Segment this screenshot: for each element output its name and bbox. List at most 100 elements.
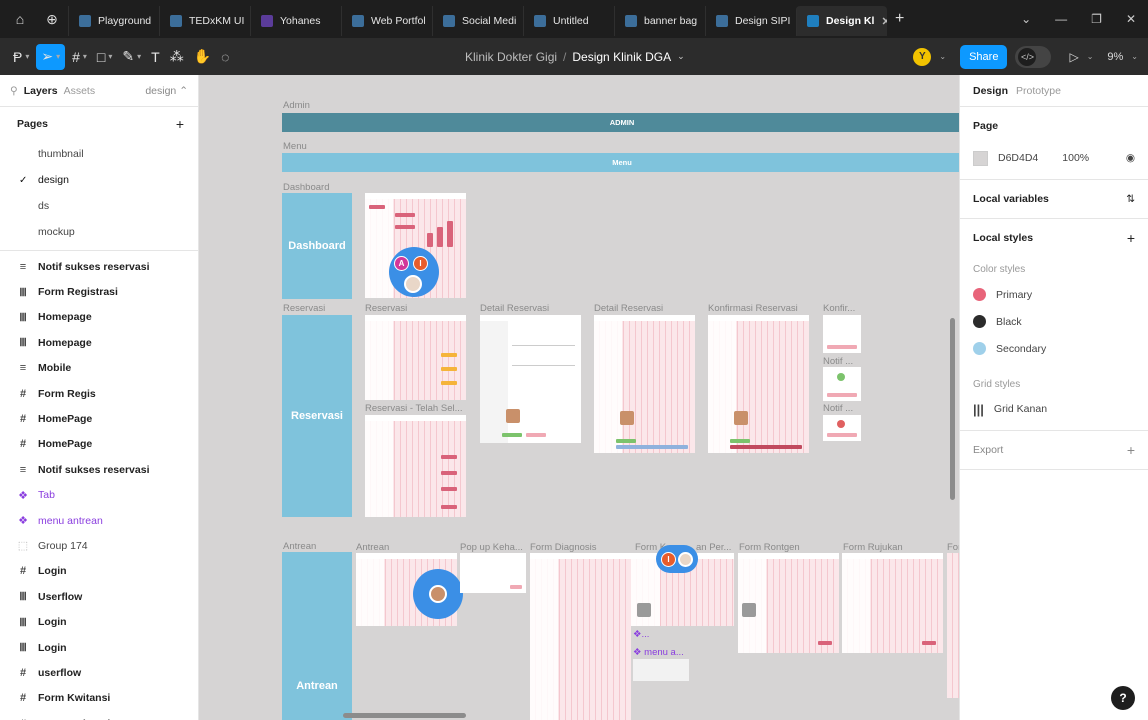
zoom-level[interactable]: 9%: [1107, 51, 1123, 63]
layer-item[interactable]: # Login: [0, 559, 198, 584]
layer-item[interactable]: ≡ Notif sukses reservasi: [0, 457, 198, 482]
popup-kehadiran-frame[interactable]: [460, 553, 526, 593]
layer-item[interactable]: # HomePage: [0, 432, 198, 457]
page-item[interactable]: thumbnail: [0, 141, 198, 167]
page-item[interactable]: mockup: [0, 219, 198, 245]
layer-item[interactable]: # Form Regis: [0, 381, 198, 406]
vertical-scrollbar[interactable]: [950, 318, 955, 500]
component-label[interactable]: ❖ menu a...: [633, 647, 684, 658]
page-item[interactable]: ds: [0, 193, 198, 219]
minimize-icon[interactable]: —: [1055, 12, 1067, 26]
file-tab[interactable]: Social Medi: [432, 6, 523, 36]
shape-tool-button[interactable]: □ ▾: [92, 38, 117, 75]
document-title[interactable]: Klinik Dokter Gigi / Design Klinik DGA ⌄: [465, 38, 685, 75]
layer-item[interactable]: Ⅲ Userflow: [0, 584, 198, 609]
page-bg-opacity[interactable]: 100%: [1062, 152, 1089, 164]
pen-tool-button[interactable]: ✎ ▾: [117, 38, 146, 75]
close-window-icon[interactable]: ✕: [1126, 12, 1136, 26]
share-button[interactable]: Share: [960, 44, 1008, 69]
main-menu-button[interactable]: Ᵽ ▾: [8, 38, 34, 75]
page-bg-hex[interactable]: D6D4D4: [998, 152, 1038, 164]
add-style-icon[interactable]: +: [1127, 230, 1135, 246]
export-row[interactable]: Export +: [973, 431, 1135, 469]
add-export-icon[interactable]: +: [1127, 442, 1135, 458]
form-partial-frame[interactable]: [947, 553, 959, 698]
chevron-down-icon[interactable]: ⌄: [1131, 52, 1138, 61]
new-tab-icon[interactable]: +: [895, 10, 904, 28]
variables-icon[interactable]: ⇅: [1126, 193, 1135, 205]
tab-layers[interactable]: Layers: [24, 85, 58, 97]
form-diagnosis-frame[interactable]: [530, 553, 631, 720]
color-style-item[interactable]: Primary: [973, 281, 1135, 308]
chevron-down-icon[interactable]: ⌄: [1021, 12, 1031, 26]
notif-frame[interactable]: [823, 367, 861, 401]
notif-frame-2[interactable]: [823, 415, 861, 441]
file-tab[interactable]: Playground: [68, 6, 159, 36]
layer-item[interactable]: ≡ Notif sukses reservasi: [0, 254, 198, 279]
user-avatar[interactable]: Y: [913, 47, 932, 66]
layer-item[interactable]: # HomePage: [0, 406, 198, 431]
file-tab[interactable]: Design Kl ✕: [796, 6, 887, 36]
reservasi-frame[interactable]: [365, 315, 466, 400]
file-tab[interactable]: banner bag: [614, 6, 705, 36]
community-globe-icon[interactable]: ⊕: [40, 7, 64, 31]
form-rujukan-frame[interactable]: [842, 553, 943, 653]
file-tab[interactable]: Design SIPI: [705, 6, 796, 36]
page-selector[interactable]: design ⌃: [145, 85, 188, 97]
component-label[interactable]: ❖...: [633, 629, 649, 640]
dashboard-section[interactable]: Dashboard: [282, 193, 352, 299]
file-tab[interactable]: Web Portfol: [341, 6, 432, 36]
text-tool-button[interactable]: T: [146, 38, 165, 75]
chevron-down-icon[interactable]: ⌄: [939, 52, 946, 61]
layer-item[interactable]: Ⅲ Homepage: [0, 330, 198, 355]
detail-reservasi-frame[interactable]: [480, 315, 581, 443]
layer-item[interactable]: Ⅲ Homepage: [0, 305, 198, 330]
reservasi-section[interactable]: Reservasi: [282, 315, 352, 517]
admin-bar[interactable]: ADMIN: [282, 113, 959, 132]
comment-tool-button[interactable]: ◌: [216, 38, 234, 75]
project-name[interactable]: Klinik Dokter Gigi: [465, 50, 557, 64]
search-icon[interactable]: ⚲: [10, 85, 18, 97]
layer-item[interactable]: ❖ menu antrean: [0, 508, 198, 533]
layer-item[interactable]: ⬚ Group 174: [0, 533, 198, 558]
file-tab[interactable]: TEDxKM UI: [159, 6, 250, 36]
page-background-row[interactable]: D6D4D4 100% ◉: [973, 145, 1135, 171]
layer-item[interactable]: # userflow: [0, 660, 198, 685]
restore-icon[interactable]: ❐: [1091, 12, 1102, 26]
move-tool-button[interactable]: ➢ ▾: [36, 43, 66, 70]
detail-reservasi-frame-2[interactable]: [594, 315, 695, 453]
layer-item[interactable]: #Form Kwitansi: [0, 711, 198, 720]
color-style-item[interactable]: Secondary: [973, 335, 1135, 362]
layer-item[interactable]: #Form Kwitansi: [0, 686, 198, 711]
tab-design[interactable]: Design: [973, 85, 1008, 97]
color-style-item[interactable]: Black: [973, 308, 1135, 335]
reservasi-selesai-frame[interactable]: [365, 415, 466, 517]
design-canvas[interactable]: Admin ADMIN Menu Menu Dashboard Dashboar…: [199, 75, 959, 720]
frame-tool-button[interactable]: # ▾: [67, 38, 92, 75]
layer-item[interactable]: Ⅲ Login: [0, 609, 198, 634]
collaborator-avatar[interactable]: A: [394, 256, 409, 271]
add-page-icon[interactable]: +: [176, 116, 184, 132]
layer-item[interactable]: ❖ Tab: [0, 483, 198, 508]
resources-button[interactable]: ⁂: [165, 38, 189, 75]
chevron-down-icon[interactable]: ⌄: [677, 51, 685, 62]
collaborator-avatar[interactable]: I: [413, 256, 428, 271]
layer-item[interactable]: ≡ Mobile: [0, 356, 198, 381]
eye-icon[interactable]: ◉: [1126, 152, 1135, 164]
horizontal-scrollbar[interactable]: [343, 713, 466, 718]
file-name[interactable]: Design Klinik DGA: [572, 50, 671, 64]
page-item[interactable]: ✓ design: [0, 167, 198, 193]
local-variables-row[interactable]: Local variables ⇅: [973, 180, 1135, 218]
help-button[interactable]: ?: [1111, 686, 1135, 710]
tab-prototype[interactable]: Prototype: [1016, 85, 1061, 97]
present-icon[interactable]: ▷: [1069, 50, 1078, 64]
menu-antrean-component[interactable]: [633, 659, 689, 681]
layer-item[interactable]: Ⅲ Login: [0, 635, 198, 660]
grid-style-item[interactable]: ||| Grid Kanan: [973, 396, 1135, 422]
layer-item[interactable]: Ⅲ Form Registrasi: [0, 279, 198, 304]
dev-mode-toggle[interactable]: </>: [1015, 45, 1052, 68]
home-icon[interactable]: ⌂: [8, 7, 32, 31]
collaborator-avatar[interactable]: I: [661, 551, 676, 567]
konfirmasi-reservasi-frame[interactable]: [708, 315, 809, 453]
close-tab-icon[interactable]: ✕: [881, 15, 887, 28]
